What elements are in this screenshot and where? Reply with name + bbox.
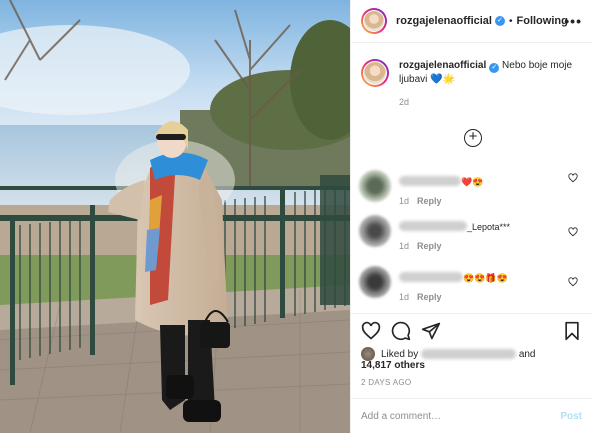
post-timestamp[interactable]: 2 DAYS AGO	[361, 378, 411, 387]
share-icon[interactable]	[421, 321, 441, 341]
post-header: rozgajelenaofficial ✓ • Following •••	[351, 0, 592, 43]
more-options-icon[interactable]: •••	[564, 13, 582, 29]
heart-icon[interactable]	[568, 227, 578, 237]
verified-badge-icon: ✓	[489, 63, 500, 73]
instagram-post: rozgajelenaofficial ✓ • Following ••• ro…	[0, 0, 592, 433]
avatar[interactable]	[361, 8, 387, 34]
heart-icon[interactable]	[361, 321, 381, 341]
header-separator: •	[508, 15, 513, 27]
comment-item: ❤️😍 1d Reply	[359, 170, 584, 210]
heart-icon[interactable]	[568, 277, 578, 287]
likes-prefix: Liked by	[381, 348, 419, 360]
comment-body: 😍😍🎁😍	[463, 273, 508, 283]
comment-text: ❤️😍	[399, 176, 483, 188]
likes-count[interactable]: 14,817 others	[361, 360, 425, 371]
comment-icon[interactable]	[391, 321, 411, 341]
comment-time: 1d	[399, 196, 410, 206]
comment-meta: 1d Reply	[399, 196, 442, 206]
comment-meta: 1d Reply	[399, 292, 442, 302]
blurred-username[interactable]	[399, 272, 463, 282]
action-bar	[361, 321, 582, 343]
comment-meta: 1d Reply	[399, 241, 442, 251]
comment-item: _Lepota*** 1d Reply	[359, 215, 584, 255]
caption: rozgajelenaofficial ✓ Nebo boje moje ljub…	[361, 59, 582, 109]
caption-username[interactable]: rozgajelenaofficial	[399, 60, 486, 71]
plus-circle-icon[interactable]: +	[464, 129, 482, 147]
comment-avatar[interactable]	[359, 215, 391, 247]
liker-avatar[interactable]	[361, 347, 375, 361]
blurred-username[interactable]	[399, 221, 467, 231]
bookmark-icon[interactable]	[562, 321, 582, 341]
caption-time[interactable]: 2d	[399, 95, 574, 109]
post-button[interactable]: Post	[560, 411, 582, 422]
blurred-liker-username[interactable]	[421, 349, 517, 359]
add-comment-input[interactable]	[361, 410, 561, 422]
comment-text: _Lepota***	[399, 221, 510, 232]
comment-body: _Lepota***	[467, 222, 511, 232]
likes-summary: Liked by and	[361, 347, 536, 361]
photo-image	[0, 0, 350, 433]
comment-avatar[interactable]	[359, 266, 391, 298]
header-username[interactable]: rozgajelenaofficial	[396, 15, 492, 27]
divider	[351, 313, 592, 314]
comment-avatar[interactable]	[359, 170, 391, 202]
post-photo[interactable]	[0, 0, 350, 433]
reply-button[interactable]: Reply	[417, 292, 442, 302]
likes-suffix: and	[518, 348, 536, 360]
comment-time: 1d	[399, 292, 410, 302]
verified-badge-icon: ✓	[494, 16, 505, 26]
blurred-username[interactable]	[399, 176, 461, 186]
comment-body: ❤️😍	[461, 177, 484, 187]
reply-button[interactable]: Reply	[417, 196, 442, 206]
following-button[interactable]: Following	[517, 15, 568, 27]
caption-avatar[interactable]	[361, 59, 389, 87]
post-sidebar: rozgajelenaofficial ✓ • Following ••• ro…	[350, 0, 592, 433]
comment-text: 😍😍🎁😍	[399, 272, 508, 284]
add-comment-bar: Post	[351, 398, 592, 433]
reply-button[interactable]: Reply	[417, 241, 442, 251]
comment-item: 😍😍🎁😍 1d Reply	[359, 266, 584, 306]
heart-icon[interactable]	[568, 173, 578, 183]
comment-time: 1d	[399, 241, 410, 251]
